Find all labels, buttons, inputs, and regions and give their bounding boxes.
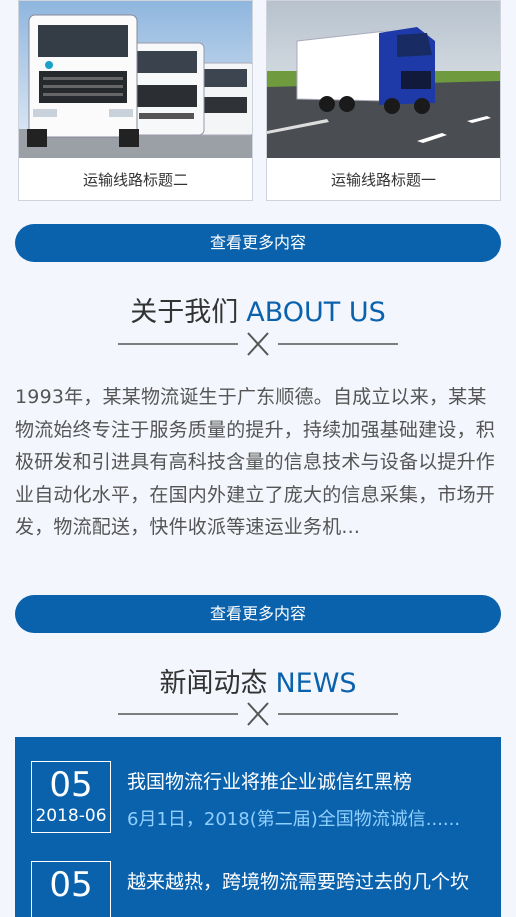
news-summary: 6月1日，2018(第二届)全国物流诚信...... — [127, 809, 461, 830]
news-title-cn: 新闻动态 — [159, 668, 268, 699]
about-title-cn: 关于我们 — [130, 297, 239, 328]
title-divider-icon — [118, 332, 398, 356]
news-title[interactable]: 越来越热，跨境物流需要跨过去的几个坎 — [127, 867, 469, 894]
white-trucks-photo — [19, 1, 252, 158]
news-section-title: 新闻动态 NEWS — [0, 661, 516, 700]
route-caption: 运输线路标题一 — [330, 171, 436, 189]
about-text: 1993年，某某物流诞生于广东顺德。自成立以来，某某物流始终专注于服务质量的提升… — [15, 386, 496, 538]
news-year-month: 2018-06 — [35, 806, 107, 826]
view-more-routes-button[interactable]: 查看更多内容 — [15, 224, 501, 262]
title-divider-icon — [118, 702, 398, 726]
blue-truck-photo — [267, 1, 500, 158]
route-cards: 运输线路标题二 运输线路标题一 — [18, 0, 502, 201]
news-item[interactable]: 05 越来越热，跨境物流需要跨过去的几个坎 — [31, 861, 491, 917]
news-title[interactable]: 我国物流行业将推企业诚信红黑榜 — [127, 767, 412, 794]
view-more-about-button[interactable]: 查看更多内容 — [15, 595, 501, 633]
news-item[interactable]: 05 2018-06 我国物流行业将推企业诚信红黑榜 6月1日，2018(第二届… — [31, 761, 491, 833]
about-title-en: ABOUT US — [246, 297, 386, 328]
news-title-en: NEWS — [275, 668, 357, 699]
route-caption: 运输线路标题二 — [82, 171, 188, 189]
about-section-title: 关于我们 ABOUT US — [0, 290, 516, 329]
news-day: 05 — [49, 865, 93, 905]
news-date: 05 — [31, 861, 111, 917]
news-date: 05 2018-06 — [31, 761, 111, 833]
news-day: 05 — [49, 765, 93, 805]
route-card[interactable]: 运输线路标题二 — [18, 0, 253, 201]
route-card[interactable]: 运输线路标题一 — [266, 0, 501, 201]
news-list: 05 2018-06 我国物流行业将推企业诚信红黑榜 6月1日，2018(第二届… — [15, 737, 501, 917]
